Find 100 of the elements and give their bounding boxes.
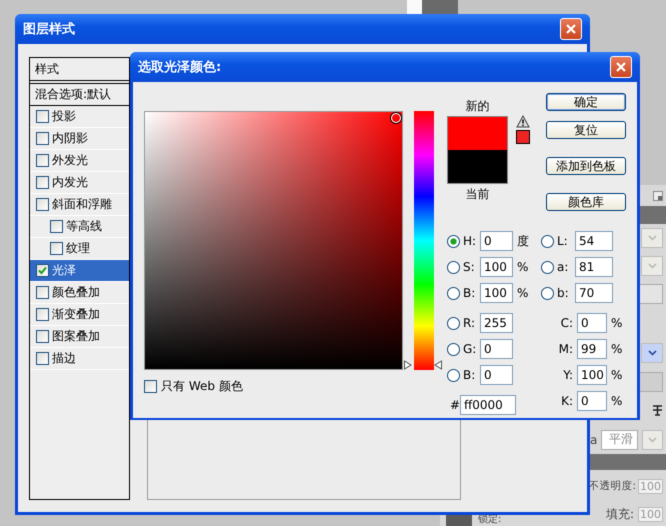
- checkbox[interactable]: [36, 352, 49, 365]
- text-field[interactable]: [639, 372, 663, 392]
- checkbox[interactable]: [36, 176, 49, 189]
- effect-item[interactable]: 光泽: [30, 260, 129, 282]
- chevron-icon: [648, 350, 656, 356]
- effect-label: 光泽: [52, 262, 76, 279]
- field-label: K:: [560, 394, 574, 408]
- text-icon: [652, 405, 663, 416]
- value-field[interactable]: 100: [480, 283, 513, 303]
- effect-label: 等高线: [66, 218, 102, 235]
- unit-label: %: [611, 316, 622, 330]
- effect-item[interactable]: 外发光: [30, 150, 129, 172]
- color-swatch: [447, 116, 508, 184]
- window-title: 选取光泽颜色:: [138, 58, 222, 76]
- radio-button[interactable]: [447, 260, 460, 274]
- checkbox[interactable]: [36, 330, 49, 343]
- effect-label: 图案叠加: [52, 328, 100, 345]
- value-field[interactable]: 54: [575, 231, 613, 251]
- value-field[interactable]: 0: [480, 339, 513, 359]
- unit-label: 度: [517, 232, 529, 250]
- resize-icon: [653, 190, 663, 201]
- fill-label: 填充:: [606, 506, 634, 523]
- effect-label: 外发光: [52, 152, 88, 169]
- field-label: B:: [462, 286, 476, 300]
- radio-button[interactable]: [447, 286, 460, 300]
- checkbox[interactable]: [50, 242, 63, 255]
- effect-item[interactable]: 图案叠加: [30, 326, 129, 348]
- effect-item[interactable]: 描边: [30, 348, 129, 370]
- effect-item[interactable]: 渐变叠加: [30, 304, 129, 326]
- value-field[interactable]: 0: [577, 313, 607, 333]
- checkbox[interactable]: [36, 264, 49, 277]
- value-field[interactable]: 100: [480, 257, 513, 277]
- value-field[interactable]: 100: [577, 365, 607, 385]
- color-marker[interactable]: [391, 113, 401, 123]
- field-label: L:: [556, 234, 569, 248]
- value-field[interactable]: 0: [480, 231, 513, 251]
- field-label: S:: [462, 260, 476, 274]
- effect-label: 纹理: [66, 240, 90, 257]
- unit-label: %: [517, 286, 528, 300]
- chevron-icon: [648, 436, 657, 443]
- radio-button[interactable]: [541, 234, 554, 248]
- close-button[interactable]: [610, 56, 632, 78]
- warning-icon[interactable]: [516, 115, 530, 128]
- checkbox[interactable]: [36, 154, 49, 167]
- effect-item[interactable]: 内发光: [30, 172, 129, 194]
- field-label: H:: [462, 234, 478, 248]
- dialog-button[interactable]: 颜色库: [546, 193, 626, 211]
- effect-item[interactable]: 等高线: [30, 216, 129, 238]
- hue-slider[interactable]: [404, 111, 442, 370]
- checkbox[interactable]: [36, 286, 49, 299]
- window-title: 图层样式: [23, 21, 75, 38]
- checkbox[interactable]: [36, 198, 49, 211]
- field-label: B:: [462, 368, 476, 382]
- radio-button[interactable]: [541, 286, 554, 300]
- close-button[interactable]: [560, 18, 582, 40]
- effect-item[interactable]: 投影: [30, 106, 129, 128]
- hex-field[interactable]: ff0000: [460, 395, 516, 415]
- effect-item[interactable]: 内阴影: [30, 128, 129, 150]
- slider-handle[interactable]: [404, 360, 442, 370]
- blending-options-item[interactable]: 混合选项:默认: [30, 84, 129, 106]
- effect-label: 颜色叠加: [52, 284, 100, 301]
- checkbox[interactable]: [50, 220, 63, 233]
- chevron-icon: [648, 263, 656, 270]
- radio-button[interactable]: [447, 316, 460, 330]
- smoothing-select[interactable]: 平滑: [601, 430, 638, 450]
- dialog-button[interactable]: 复位: [546, 121, 626, 139]
- dialog-button[interactable]: 确定: [546, 93, 626, 111]
- field-label: a:: [556, 260, 570, 274]
- antialias-label: a: [590, 432, 598, 447]
- value-field[interactable]: 70: [575, 283, 613, 303]
- radio-button[interactable]: [447, 368, 460, 382]
- effect-item[interactable]: 斜面和浮雕: [30, 194, 129, 216]
- dialog-button[interactable]: 添加到色板: [546, 157, 626, 175]
- radio-button[interactable]: [447, 342, 460, 356]
- value-field[interactable]: 81: [575, 257, 613, 277]
- value-field[interactable]: 0: [480, 365, 513, 385]
- color-field[interactable]: [144, 111, 403, 370]
- unit-label: %: [611, 394, 622, 408]
- effect-label: 渐变叠加: [52, 306, 100, 323]
- text-field[interactable]: [639, 284, 663, 304]
- radio-button[interactable]: [447, 234, 460, 248]
- value-field[interactable]: 255: [480, 313, 513, 333]
- effect-item[interactable]: 颜色叠加: [30, 282, 129, 304]
- checkbox[interactable]: [36, 132, 49, 145]
- field-label: C:: [560, 316, 574, 330]
- unit-label: %: [611, 342, 622, 356]
- unit-label: %: [611, 368, 622, 382]
- value-field[interactable]: 99: [577, 339, 607, 359]
- gamut-swatch[interactable]: [516, 130, 530, 144]
- effect-label: 描边: [52, 350, 76, 367]
- radio-button[interactable]: [541, 260, 554, 274]
- effect-label: 投影: [52, 108, 76, 125]
- value-field[interactable]: 0: [577, 391, 607, 411]
- web-colors-checkbox[interactable]: 只有 Web 颜色: [144, 378, 442, 395]
- check-icon: [38, 266, 47, 275]
- checkbox[interactable]: [36, 308, 49, 321]
- checkbox[interactable]: [36, 110, 49, 123]
- close-icon: [565, 23, 577, 35]
- chevron-icon: [648, 235, 656, 242]
- dropdown-button[interactable]: [641, 342, 663, 363]
